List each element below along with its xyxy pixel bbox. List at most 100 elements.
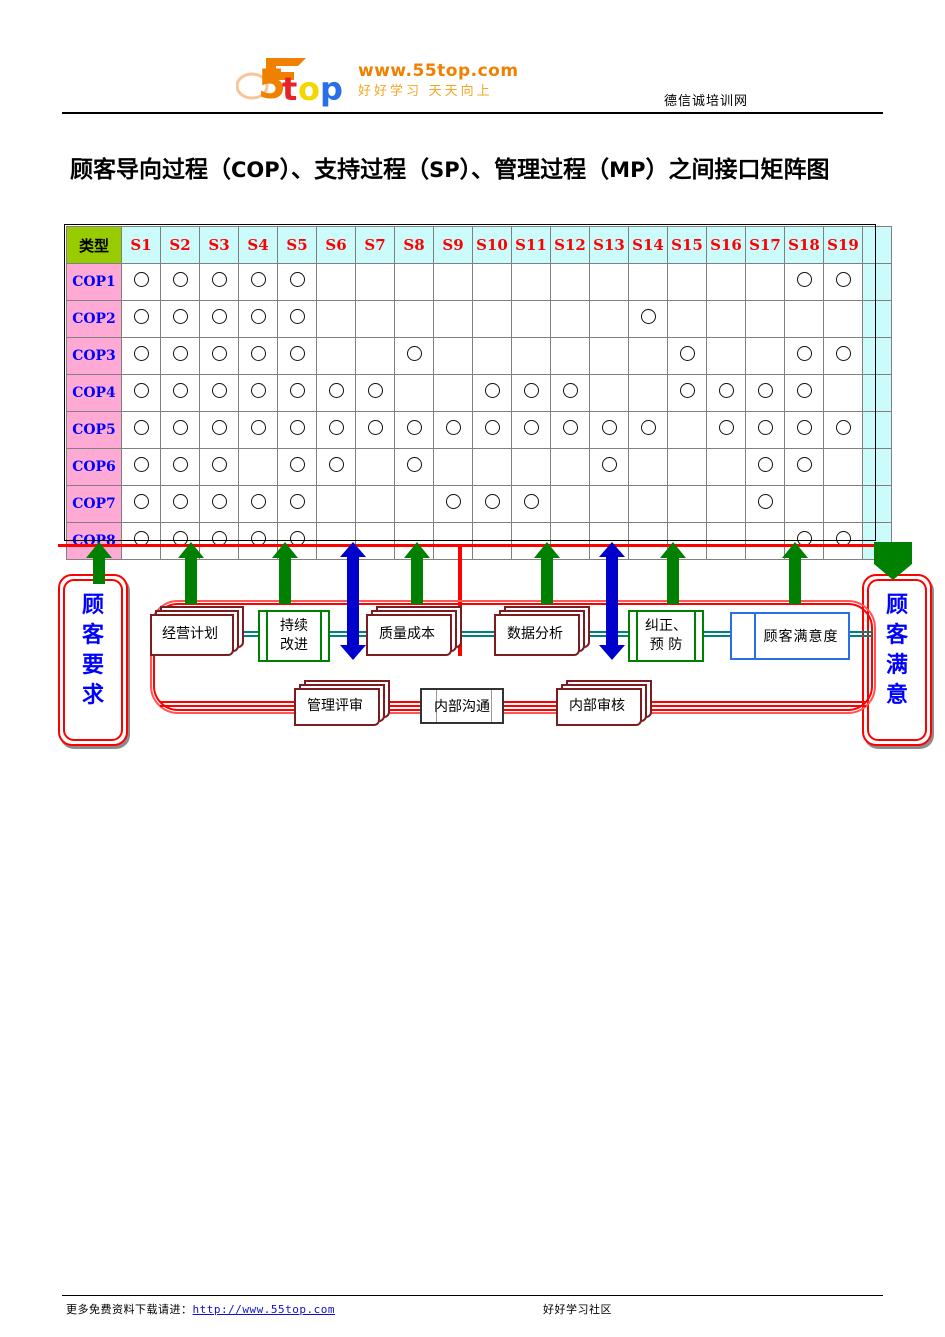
matrix-cell-cop5-s3[interactable] <box>199 411 239 449</box>
matrix-cell-cop1-s8[interactable] <box>394 263 434 301</box>
matrix-cell-cop4-s11[interactable] <box>511 374 551 412</box>
matrix-cell-cop1-s5[interactable] <box>277 263 317 301</box>
matrix-cell-cop6-s2[interactable] <box>160 448 200 486</box>
matrix-cell-cop3-s10[interactable] <box>472 337 512 375</box>
matrix-cell-cop6-s13[interactable] <box>589 448 629 486</box>
matrix-cell-cop2-s14[interactable] <box>628 300 668 338</box>
matrix-cell-cop3-s1[interactable] <box>121 337 161 375</box>
matrix-cell-cop3-s4[interactable] <box>238 337 278 375</box>
matrix-cell-cop7-s3[interactable] <box>199 485 239 523</box>
matrix-cell-cop6-s17[interactable] <box>745 448 785 486</box>
matrix-cell-cop3-s5[interactable] <box>277 337 317 375</box>
matrix-cell-cop4-s18[interactable] <box>784 374 824 412</box>
matrix-cell-cop5-s14[interactable] <box>628 411 668 449</box>
matrix-cell-cop7-s15[interactable] <box>667 485 707 523</box>
matrix-cell-cop5-s12[interactable] <box>550 411 590 449</box>
matrix-cell-cop3-s7[interactable] <box>355 337 395 375</box>
matrix-cell-cop3-s6[interactable] <box>316 337 356 375</box>
matrix-cell-cop4-s13[interactable] <box>589 374 629 412</box>
matrix-cell-cop1-s12[interactable] <box>550 263 590 301</box>
matrix-cell-cop2-s16[interactable] <box>706 300 746 338</box>
matrix-cell-cop7-s10[interactable] <box>472 485 512 523</box>
matrix-cell-cop2-s9[interactable] <box>433 300 473 338</box>
matrix-cell-cop1-s6[interactable] <box>316 263 356 301</box>
matrix-cell-cop7-s16[interactable] <box>706 485 746 523</box>
matrix-cell-cop2-s8[interactable] <box>394 300 434 338</box>
matrix-cell-cop3-s11[interactable] <box>511 337 551 375</box>
matrix-cell-cop2-s17[interactable] <box>745 300 785 338</box>
matrix-cell-cop5-s10[interactable] <box>472 411 512 449</box>
matrix-cell-cop1-s7[interactable] <box>355 263 395 301</box>
matrix-cell-cop2-s1[interactable] <box>121 300 161 338</box>
matrix-cell-cop6-s3[interactable] <box>199 448 239 486</box>
matrix-cell-cop4-s17[interactable] <box>745 374 785 412</box>
matrix-cell-cop7-s5[interactable] <box>277 485 317 523</box>
matrix-cell-cop2-s18[interactable] <box>784 300 824 338</box>
matrix-cell-cop4-s2[interactable] <box>160 374 200 412</box>
footer-download-link[interactable]: http://www.55top.com <box>193 1303 335 1316</box>
matrix-cell-cop6-s19[interactable] <box>823 448 863 486</box>
matrix-cell-cop2-s5[interactable] <box>277 300 317 338</box>
matrix-cell-cop7-s9[interactable] <box>433 485 473 523</box>
matrix-cell-cop5-s8[interactable] <box>394 411 434 449</box>
matrix-cell-cop3-s18[interactable] <box>784 337 824 375</box>
matrix-cell-cop1-s18[interactable] <box>784 263 824 301</box>
matrix-cell-cop7-s12[interactable] <box>550 485 590 523</box>
matrix-cell-cop7-s17[interactable] <box>745 485 785 523</box>
matrix-cell-cop2-s11[interactable] <box>511 300 551 338</box>
matrix-cell-cop7-s19[interactable] <box>823 485 863 523</box>
matrix-cell-cop2-s6[interactable] <box>316 300 356 338</box>
matrix-cell-cop6-s15[interactable] <box>667 448 707 486</box>
matrix-cell-cop4-s16[interactable] <box>706 374 746 412</box>
matrix-cell-cop6-s8[interactable] <box>394 448 434 486</box>
matrix-cell-cop3-s15[interactable] <box>667 337 707 375</box>
matrix-cell-cop7-s13[interactable] <box>589 485 629 523</box>
matrix-cell-cop4-s10[interactable] <box>472 374 512 412</box>
matrix-cell-cop4-s6[interactable] <box>316 374 356 412</box>
matrix-cell-cop2-s3[interactable] <box>199 300 239 338</box>
matrix-cell-cop1-s16[interactable] <box>706 263 746 301</box>
matrix-cell-cop4-s5[interactable] <box>277 374 317 412</box>
matrix-cell-cop4-s3[interactable] <box>199 374 239 412</box>
matrix-cell-cop3-s13[interactable] <box>589 337 629 375</box>
matrix-cell-cop6-s18[interactable] <box>784 448 824 486</box>
matrix-cell-cop3-s14[interactable] <box>628 337 668 375</box>
matrix-cell-cop4-s4[interactable] <box>238 374 278 412</box>
matrix-cell-cop2-s12[interactable] <box>550 300 590 338</box>
matrix-cell-cop3-s19[interactable] <box>823 337 863 375</box>
matrix-cell-cop1-s14[interactable] <box>628 263 668 301</box>
matrix-cell-cop5-s13[interactable] <box>589 411 629 449</box>
matrix-cell-cop3-s12[interactable] <box>550 337 590 375</box>
matrix-cell-cop6-s4[interactable] <box>238 448 278 486</box>
matrix-cell-cop6-s14[interactable] <box>628 448 668 486</box>
matrix-cell-cop4-s9[interactable] <box>433 374 473 412</box>
matrix-cell-cop6-s5[interactable] <box>277 448 317 486</box>
matrix-cell-cop3-s16[interactable] <box>706 337 746 375</box>
matrix-cell-cop5-s7[interactable] <box>355 411 395 449</box>
matrix-cell-cop1-s13[interactable] <box>589 263 629 301</box>
matrix-cell-cop1-s3[interactable] <box>199 263 239 301</box>
matrix-cell-cop5-s6[interactable] <box>316 411 356 449</box>
matrix-cell-cop6-s9[interactable] <box>433 448 473 486</box>
matrix-cell-cop7-s1[interactable] <box>121 485 161 523</box>
matrix-cell-cop4-s8[interactable] <box>394 374 434 412</box>
matrix-cell-cop5-s4[interactable] <box>238 411 278 449</box>
matrix-cell-cop6-s10[interactable] <box>472 448 512 486</box>
matrix-cell-cop3-s3[interactable] <box>199 337 239 375</box>
matrix-cell-cop4-s12[interactable] <box>550 374 590 412</box>
matrix-cell-cop7-s14[interactable] <box>628 485 668 523</box>
matrix-cell-cop1-s17[interactable] <box>745 263 785 301</box>
matrix-cell-cop6-s16[interactable] <box>706 448 746 486</box>
matrix-cell-cop5-s19[interactable] <box>823 411 863 449</box>
matrix-cell-cop5-s2[interactable] <box>160 411 200 449</box>
matrix-cell-cop7-s2[interactable] <box>160 485 200 523</box>
matrix-cell-cop5-s15[interactable] <box>667 411 707 449</box>
matrix-cell-cop2-s4[interactable] <box>238 300 278 338</box>
matrix-cell-cop2-s7[interactable] <box>355 300 395 338</box>
matrix-cell-cop5-s18[interactable] <box>784 411 824 449</box>
matrix-cell-cop5-s9[interactable] <box>433 411 473 449</box>
matrix-cell-cop1-s19[interactable] <box>823 263 863 301</box>
matrix-cell-cop6-s7[interactable] <box>355 448 395 486</box>
matrix-cell-cop5-s17[interactable] <box>745 411 785 449</box>
matrix-cell-cop2-s13[interactable] <box>589 300 629 338</box>
